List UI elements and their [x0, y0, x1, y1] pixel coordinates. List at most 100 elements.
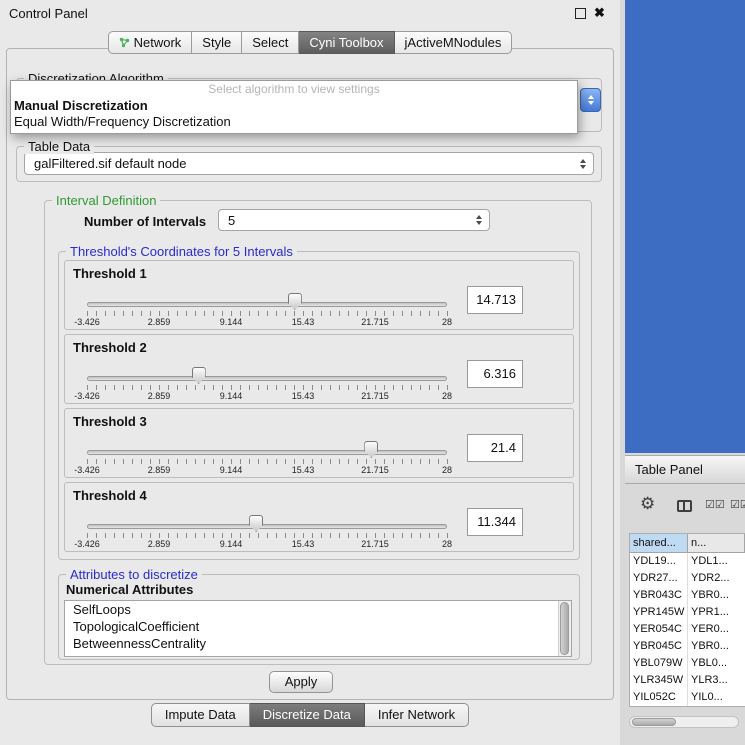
tab-label: Style — [202, 35, 231, 50]
numerical-attributes-list: SelfLoopsTopologicalCoefficientBetweenne… — [64, 600, 572, 657]
table-cell: YPR1... — [688, 604, 745, 621]
tab-infer-network[interactable]: Infer Network — [365, 703, 469, 727]
threshold-value-field[interactable]: 21.4 — [467, 434, 523, 462]
threshold-box-2: Threshold 2-3.4262.8599.14415.4321.71528… — [64, 334, 574, 404]
table-cell: YER0... — [688, 621, 745, 638]
thresholds-list: Threshold 1 -3.426 2.859 9.144 15.43 21.715 28… — [64, 260, 574, 556]
slider-thumb[interactable] — [364, 441, 378, 458]
table-row[interactable]: YLR345WYLR3... — [630, 672, 745, 689]
tab-impute-data[interactable]: Impute Data — [151, 703, 250, 727]
tick-label: 9.144 — [220, 539, 243, 549]
slider-track[interactable] — [87, 450, 447, 455]
threshold-box-1: Threshold 1-3.4262.8599.14415.4321.71528… — [64, 260, 574, 330]
slider-track[interactable] — [87, 302, 447, 307]
threshold-value-field[interactable]: 6.316 — [467, 360, 523, 388]
list-scrollbar[interactable] — [558, 601, 571, 656]
slider-thumb[interactable] — [192, 367, 206, 384]
threshold-value-field[interactable]: 14.713 — [467, 286, 523, 314]
threshold-value-field[interactable]: 11.344 — [467, 508, 523, 536]
table-row[interactable]: YIL052CYIL0... — [630, 689, 745, 706]
tick-label: -3.426 — [74, 391, 100, 401]
number-of-intervals-combo[interactable]: 5 — [218, 209, 490, 231]
algorithm-popup-list: Manual DiscretizationEqual Width/Frequen… — [11, 98, 577, 130]
slider-track[interactable] — [87, 524, 447, 529]
table-header-row: shared...n... — [630, 534, 745, 553]
threshold-label: Threshold 2 — [73, 340, 147, 355]
tick-label: 2.859 — [148, 465, 171, 475]
table-cell: YDL1... — [688, 553, 745, 570]
tab-discretize-data[interactable]: Discretize Data — [250, 703, 365, 727]
table-row[interactable]: YBR043CYBR0... — [630, 587, 745, 604]
tick-label: 21.715 — [361, 465, 389, 475]
tab-network[interactable]: Network — [108, 31, 193, 54]
tick-label: 28 — [442, 317, 452, 327]
column-header-0[interactable]: shared... — [630, 534, 688, 553]
apply-button[interactable]: Apply — [269, 671, 333, 693]
tab-jactivemnodules[interactable]: jActiveMNodules — [395, 31, 513, 54]
algorithm-combo-stepper[interactable] — [580, 88, 601, 112]
slider-ticks — [87, 311, 448, 316]
panel-title: Control Panel — [9, 6, 88, 21]
float-window-icon[interactable] — [575, 8, 586, 19]
table-cell: YLR345W — [630, 672, 688, 689]
bottom-tabs: Impute DataDiscretize DataInfer Network — [0, 703, 620, 727]
number-of-intervals-label: Number of Intervals — [84, 214, 206, 229]
threshold-label: Threshold 4 — [73, 488, 147, 503]
table-panel-header: Table Panel — [625, 455, 745, 484]
select-rows-checkboxes-icon[interactable]: ☑☑ — [730, 498, 745, 511]
scrollbar-thumb[interactable] — [560, 602, 569, 655]
table-cell: YIL0... — [688, 689, 745, 706]
tab-cyni-toolbox[interactable]: Cyni Toolbox — [299, 31, 394, 54]
tick-label: -3.426 — [74, 539, 100, 549]
table-row[interactable]: YBR045CYBR0... — [630, 638, 745, 655]
slider-thumb[interactable] — [249, 515, 263, 532]
tab-label: jActiveMNodules — [405, 35, 502, 50]
threshold-label: Threshold 3 — [73, 414, 147, 429]
tick-label: 21.715 — [361, 539, 389, 549]
column-header-1[interactable]: n... — [688, 534, 745, 553]
threshold-box-3: Threshold 3-3.4262.8599.14415.4321.71528… — [64, 408, 574, 478]
stepper-down-icon — [588, 101, 594, 105]
gear-icon[interactable]: ⚙ — [640, 494, 655, 514]
tick-label: 28 — [442, 465, 452, 475]
tick-label: -3.426 — [74, 465, 100, 475]
scrollbar-thumb[interactable] — [632, 718, 676, 726]
table-row[interactable]: YPR145WYPR1... — [630, 604, 745, 621]
attribute-item-topologicalcoefficient[interactable]: TopologicalCoefficient — [65, 618, 571, 635]
attribute-item-betweennesscentrality[interactable]: BetweennessCentrality — [65, 635, 571, 652]
select-columns-checkboxes-icon[interactable]: ☑☑ — [705, 498, 725, 511]
tick-label: 21.715 — [361, 317, 389, 327]
table-cell: YLR3... — [688, 672, 745, 689]
popup-item-equal-width-frequency-discretization[interactable]: Equal Width/Frequency Discretization — [11, 114, 577, 130]
network-tab-icon — [119, 37, 130, 48]
columns-icon[interactable] — [677, 500, 692, 512]
table-row[interactable]: YBL079WYBL0... — [630, 655, 745, 672]
tick-label: 15.43 — [292, 317, 315, 327]
popup-item-manual-discretization[interactable]: Manual Discretization — [11, 98, 577, 114]
table-cell: YPR145W — [630, 604, 688, 621]
slider-thumb[interactable] — [288, 293, 302, 310]
algorithm-dropdown-popup: Select algorithm to view settings Manual… — [10, 80, 578, 134]
horizontal-scrollbar[interactable] — [629, 716, 739, 728]
tab-style[interactable]: Style — [192, 31, 242, 54]
tick-label: 2.859 — [148, 391, 171, 401]
table-row[interactable]: YER054CYER0... — [630, 621, 745, 638]
attribute-item-selfloops[interactable]: SelfLoops — [65, 601, 571, 618]
tab-select[interactable]: Select — [242, 31, 299, 54]
threshold-box-4: Threshold 4-3.4262.8599.14415.4321.71528… — [64, 482, 574, 552]
table-cell: YBR0... — [688, 587, 745, 604]
table-row[interactable]: YDR27...YDR2... — [630, 570, 745, 587]
slider-track[interactable] — [87, 376, 447, 381]
table-data-combo[interactable]: galFiltered.sif default node — [24, 152, 594, 175]
tick-label: 15.43 — [292, 391, 315, 401]
table-row[interactable]: YDL19...YDL1... — [630, 553, 745, 570]
slider-ticks — [87, 533, 448, 538]
table-body: YDL19...YDL1...YDR27...YDR2...YBR043CYBR… — [630, 553, 745, 706]
tab-label: Cyni Toolbox — [309, 35, 383, 50]
threshold-label: Threshold 1 — [73, 266, 147, 281]
close-icon[interactable]: ✖ — [594, 5, 605, 21]
tick-label: 9.144 — [220, 391, 243, 401]
slider-ticks — [87, 385, 448, 390]
popup-placeholder: Select algorithm to view settings — [11, 81, 577, 98]
control-panel: Control Panel ✖ Network Style Select Cyni T… — [0, 0, 620, 745]
